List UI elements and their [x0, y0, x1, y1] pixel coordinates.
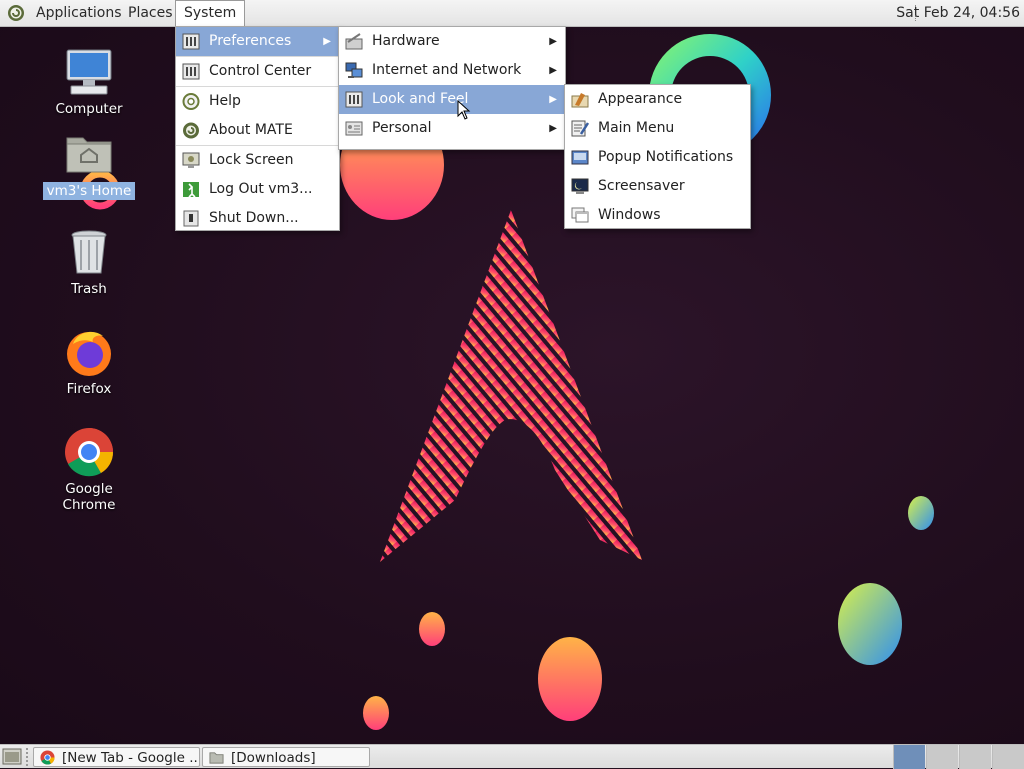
menu-item-label: Control Center	[209, 63, 312, 79]
menu-item-label: Personal	[372, 120, 432, 136]
menu-item-screensaver[interactable]: Screensaver	[565, 172, 750, 201]
system-menu[interactable]: System	[175, 0, 246, 26]
workspace-3[interactable]	[959, 745, 991, 769]
applications-menu[interactable]: Applications	[28, 0, 130, 26]
taskbar-item-downloads[interactable]: [Downloads]	[202, 747, 370, 767]
desktop-icon-chrome[interactable]: Google Chrome	[34, 426, 144, 514]
show-desktop-icon[interactable]	[2, 748, 22, 765]
menu-item-appearance[interactable]: Appearance	[565, 85, 750, 114]
submenu-arrow-icon: ▶	[549, 94, 557, 105]
top-panel: Applications Places System Sat Feb 24, 0…	[0, 0, 1024, 27]
menu-item-label: Popup Notifications	[598, 149, 734, 165]
workspace-2[interactable]	[926, 745, 958, 769]
menu-item-windows[interactable]: Windows	[565, 201, 750, 230]
submenu-arrow-icon: ▶	[549, 65, 557, 76]
menu-item-label: Preferences	[209, 33, 292, 49]
menu-item-look-and-feel[interactable]: Look and Feel ▶	[339, 85, 565, 114]
menu-item-label: Lock Screen	[209, 152, 294, 168]
hardware-icon	[345, 33, 363, 50]
chrome-icon	[40, 750, 55, 765]
places-menu[interactable]: Places	[120, 0, 181, 26]
network-icon	[345, 62, 363, 78]
menu-item-main-menu[interactable]: Main Menu	[565, 114, 750, 143]
preferences-icon	[182, 33, 200, 50]
menu-item-label: Main Menu	[598, 120, 675, 136]
windows-icon	[571, 207, 589, 223]
menu-item-preferences[interactable]: Preferences ▶	[176, 27, 339, 56]
trash-icon	[71, 230, 107, 274]
menu-item-label: Screensaver	[598, 178, 685, 194]
computer-icon	[66, 49, 112, 95]
look-and-feel-submenu: Appearance Main Menu Popup Notifications…	[564, 84, 751, 229]
lock-screen-icon	[182, 152, 200, 168]
menu-item-hardware[interactable]: Hardware ▶	[339, 27, 565, 56]
preferences-submenu: Hardware ▶ Internet and Network ▶ Look a…	[338, 26, 566, 150]
desktop-icon-firefox[interactable]: Firefox	[34, 326, 144, 398]
desktop-icon-home[interactable]: vm3's Home	[34, 128, 144, 200]
bottom-panel: [New Tab - Google ... [Downloads]	[0, 744, 1024, 769]
screensaver-icon	[571, 178, 589, 194]
main-menu-icon	[571, 120, 589, 137]
firefox-icon	[67, 331, 111, 376]
home-folder-icon	[66, 137, 112, 173]
appearance-icon	[571, 93, 589, 108]
desktop-icon-label: Computer	[55, 101, 123, 117]
menu-item-help[interactable]: Help	[176, 87, 339, 116]
look-and-feel-icon	[345, 91, 363, 108]
desktop-icon-label: vm3's Home	[42, 182, 136, 200]
submenu-arrow-icon: ▶	[323, 36, 331, 47]
log-out-icon	[183, 182, 199, 198]
mate-logo-icon	[183, 122, 199, 139]
workspace-4[interactable]	[992, 745, 1024, 769]
submenu-arrow-icon: ▶	[549, 123, 557, 134]
menu-item-label: Hardware	[372, 33, 440, 49]
menu-item-internet-and-network[interactable]: Internet and Network ▶	[339, 56, 565, 85]
menu-item-label: Shut Down...	[209, 210, 299, 226]
mate-logo-icon[interactable]	[7, 4, 25, 22]
desktop-icon-computer[interactable]: Computer	[34, 46, 144, 118]
taskbar-item-label: [New Tab - Google ...	[62, 750, 200, 766]
clock[interactable]: Sat Feb 24, 04:56	[896, 0, 1020, 26]
system-menu-dropdown: Preferences ▶ Control Center Help About …	[175, 26, 340, 231]
shut-down-icon	[183, 210, 199, 227]
menu-item-label: Windows	[598, 207, 661, 223]
personal-icon	[345, 121, 363, 136]
menu-item-label: Help	[209, 93, 241, 109]
menu-item-label: Internet and Network	[372, 62, 522, 78]
taskbar-item-chrome[interactable]: [New Tab - Google ...	[33, 747, 200, 767]
chrome-icon	[65, 428, 114, 477]
menu-item-shut-down[interactable]: Shut Down...	[176, 204, 339, 233]
menu-item-lock-screen[interactable]: Lock Screen	[176, 146, 339, 175]
menu-item-control-center[interactable]: Control Center	[176, 57, 339, 86]
menu-item-log-out[interactable]: Log Out vm3...	[176, 175, 339, 204]
menu-item-label: Log Out vm3...	[209, 181, 313, 197]
menu-item-about-mate[interactable]: About MATE	[176, 116, 339, 145]
control-center-icon	[182, 63, 200, 80]
desktop-icon-label: Google Chrome	[62, 481, 116, 513]
desktop-icon-trash[interactable]: Trash	[34, 226, 144, 298]
menu-item-personal[interactable]: Personal ▶	[339, 114, 565, 143]
help-icon	[182, 93, 200, 110]
menu-item-label: About MATE	[209, 122, 293, 138]
desktop-icon-label: Firefox	[66, 381, 112, 397]
submenu-arrow-icon: ▶	[549, 36, 557, 47]
notifications-icon	[571, 150, 589, 165]
menu-item-label: Appearance	[598, 91, 683, 107]
workspace-1[interactable]	[893, 745, 925, 769]
taskbar-item-label: [Downloads]	[231, 750, 316, 766]
mouse-cursor-icon	[457, 100, 471, 120]
folder-icon	[209, 752, 224, 764]
desktop-icon-label: Trash	[71, 281, 107, 297]
panel-handle	[26, 748, 32, 766]
menu-item-label: Look and Feel	[372, 91, 469, 107]
menu-item-popup-notifications[interactable]: Popup Notifications	[565, 143, 750, 172]
